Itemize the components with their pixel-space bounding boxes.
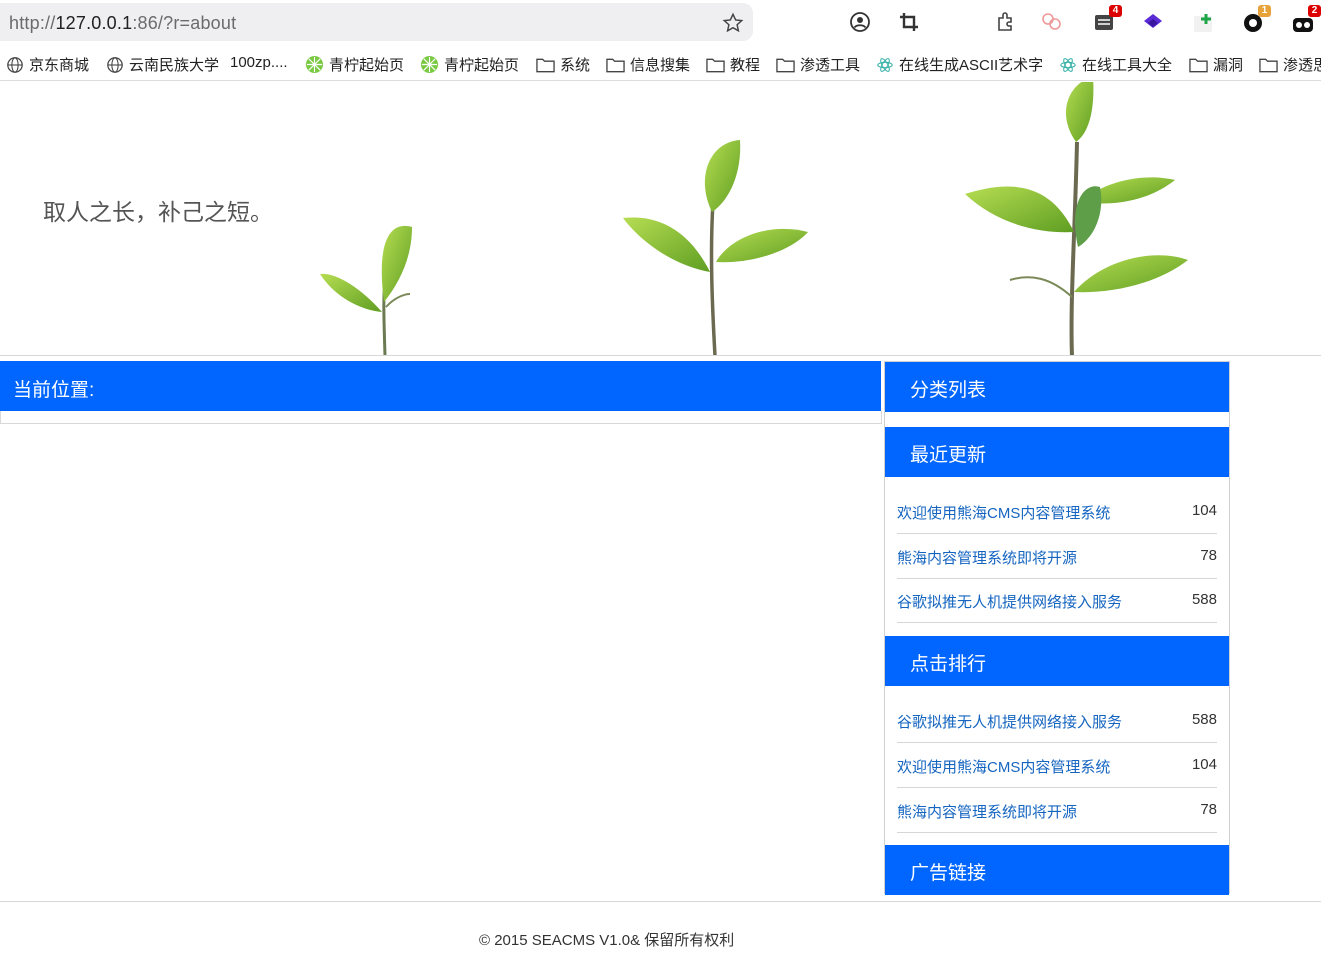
bookmark-item[interactable]: 青柠起始页 xyxy=(305,54,404,75)
url-text[interactable]: http://127.0.0.1:86/?r=about xyxy=(9,13,236,34)
bookmark-item[interactable]: 在线工具大全 xyxy=(1059,54,1172,75)
bookmark-item[interactable]: 100zp.... xyxy=(230,54,288,71)
ext-mail-icon[interactable]: 4 xyxy=(1092,5,1122,34)
ext-layers-icon[interactable] xyxy=(1141,10,1165,34)
view-count: 78 xyxy=(1200,547,1217,564)
bookmarks-bar: 京东商城 云南民族大学 100zp.... 青柠起始页 青柠起始页 系统 信息搜… xyxy=(0,48,1321,81)
bookmark-label: 在线生成ASCII艺术字 xyxy=(899,57,1044,74)
article-link[interactable]: 欢迎使用熊海CMS内容管理系统 xyxy=(897,756,1110,777)
folder-icon xyxy=(776,58,795,72)
bookmark-label: 信息搜集 xyxy=(630,57,691,74)
list-item: 谷歌拟推无人机提供网络接入服务 588 xyxy=(897,699,1217,743)
ext-circles-icon[interactable] xyxy=(1040,10,1064,34)
bookmark-folder[interactable]: 渗透思 xyxy=(1259,54,1321,75)
article-link[interactable]: 欢迎使用熊海CMS内容管理系统 xyxy=(897,502,1110,523)
article-link[interactable]: 谷歌拟推无人机提供网络接入服务 xyxy=(897,711,1122,732)
list-item: 熊海内容管理系统即将开源 78 xyxy=(897,535,1217,579)
bookmark-label: 京东商城 xyxy=(29,57,90,74)
profile-icon[interactable] xyxy=(848,10,872,34)
list-item: 熊海内容管理系统即将开源 78 xyxy=(897,789,1217,833)
list-item: 欢迎使用熊海CMS内容管理系统 104 xyxy=(897,490,1217,534)
list-item: 欢迎使用熊海CMS内容管理系统 104 xyxy=(897,744,1217,788)
bookmark-star-icon[interactable] xyxy=(722,12,744,34)
bookmark-label: 系统 xyxy=(560,57,591,74)
site-banner: 取人之长，补己之短。 xyxy=(0,82,1321,356)
bookmark-folder[interactable]: 信息搜集 xyxy=(606,54,690,75)
bookmark-folder[interactable]: 渗透工具 xyxy=(776,54,860,75)
top-clicks-header: 点击排行 xyxy=(885,636,1229,686)
bookmark-label: 教程 xyxy=(730,57,761,74)
crop-icon[interactable] xyxy=(897,10,921,34)
folder-icon xyxy=(1259,58,1278,72)
recent-updates-title: 最近更新 xyxy=(910,445,987,466)
view-count: 104 xyxy=(1191,756,1217,773)
view-count: 588 xyxy=(1191,711,1217,728)
list-item: 谷歌拟推无人机提供网络接入服务 588 xyxy=(897,579,1217,623)
react-icon xyxy=(877,57,893,72)
lime-icon xyxy=(305,55,324,74)
top-clicks-title: 点击排行 xyxy=(910,654,987,675)
main-content xyxy=(0,411,882,424)
bookmark-folder[interactable]: 漏洞 xyxy=(1189,54,1243,75)
bookmark-item[interactable]: 京东商城 xyxy=(6,54,89,75)
bookmark-folder[interactable]: 系统 xyxy=(536,54,590,75)
category-list-header: 分类列表 xyxy=(885,362,1229,412)
bookmark-label: 100zp.... xyxy=(230,54,288,71)
article-link[interactable]: 谷歌拟推无人机提供网络接入服务 xyxy=(897,591,1122,612)
bookmark-label: 青柠起始页 xyxy=(444,57,520,74)
site-footer: © 2015 SEACMS V1.0& 保留所有权利 xyxy=(0,901,1321,961)
article-link[interactable]: 熊海内容管理系统即将开源 xyxy=(897,547,1077,568)
breadcrumb-bar: 当前位置: xyxy=(0,361,881,411)
breadcrumb-label: 当前位置: xyxy=(13,380,95,401)
folder-icon xyxy=(1189,58,1208,72)
category-list-title: 分类列表 xyxy=(910,380,987,401)
url-scheme: http:// xyxy=(9,13,56,33)
bookmark-item[interactable]: 在线生成ASCII艺术字 xyxy=(876,54,1043,75)
ext-badge: 4 xyxy=(1109,5,1122,17)
browser-toolbar: http://127.0.0.1:86/?r=about 4 1 2 xyxy=(0,0,1321,44)
bookmark-item[interactable]: 云南民族大学 xyxy=(106,54,219,75)
url-host: 127.0.0.1 xyxy=(55,13,133,33)
ext-glasses-icon[interactable]: 2 xyxy=(1291,5,1321,34)
bookmark-label: 青柠起始页 xyxy=(329,57,405,74)
bookmark-label: 漏洞 xyxy=(1213,57,1244,74)
extensions-puzzle-icon[interactable] xyxy=(994,10,1018,34)
copyright-text: © 2015 SEACMS V1.0& 保留所有权利 xyxy=(479,932,735,949)
bookmark-label: 渗透工具 xyxy=(800,57,861,74)
bookmark-label: 云南民族大学 xyxy=(129,57,220,74)
recent-updates-header: 最近更新 xyxy=(885,427,1229,477)
view-count: 104 xyxy=(1191,502,1217,519)
view-count: 588 xyxy=(1191,591,1217,608)
folder-icon xyxy=(706,58,725,72)
ext-plus-icon[interactable] xyxy=(1192,10,1216,34)
ext-badge: 1 xyxy=(1258,5,1271,17)
folder-icon xyxy=(536,58,555,72)
globe-icon xyxy=(7,56,23,73)
address-bar[interactable]: http://127.0.0.1:86/?r=about xyxy=(0,3,753,41)
site-slogan: 取人之长，补己之短。 xyxy=(43,199,273,225)
url-path: :86/?r=about xyxy=(132,13,237,33)
bookmark-label: 渗透思 xyxy=(1283,57,1321,74)
globe-icon xyxy=(107,56,123,73)
react-icon xyxy=(1060,57,1076,72)
ad-links-title: 广告链接 xyxy=(910,863,987,884)
lime-icon xyxy=(420,55,439,74)
article-link[interactable]: 熊海内容管理系统即将开源 xyxy=(897,801,1077,822)
bookmark-item[interactable]: 青柠起始页 xyxy=(420,54,519,75)
folder-icon xyxy=(606,58,625,72)
ad-links-header: 广告链接 xyxy=(885,845,1229,895)
ext-c-icon[interactable]: 1 xyxy=(1241,5,1271,34)
bookmark-folder[interactable]: 教程 xyxy=(706,54,760,75)
bookmark-label: 在线工具大全 xyxy=(1082,57,1173,74)
sidebar: 分类列表 最近更新 欢迎使用熊海CMS内容管理系统 104 熊海内容管理系统即将开… xyxy=(884,361,1230,895)
view-count: 78 xyxy=(1200,801,1217,818)
ext-badge: 2 xyxy=(1308,5,1321,17)
